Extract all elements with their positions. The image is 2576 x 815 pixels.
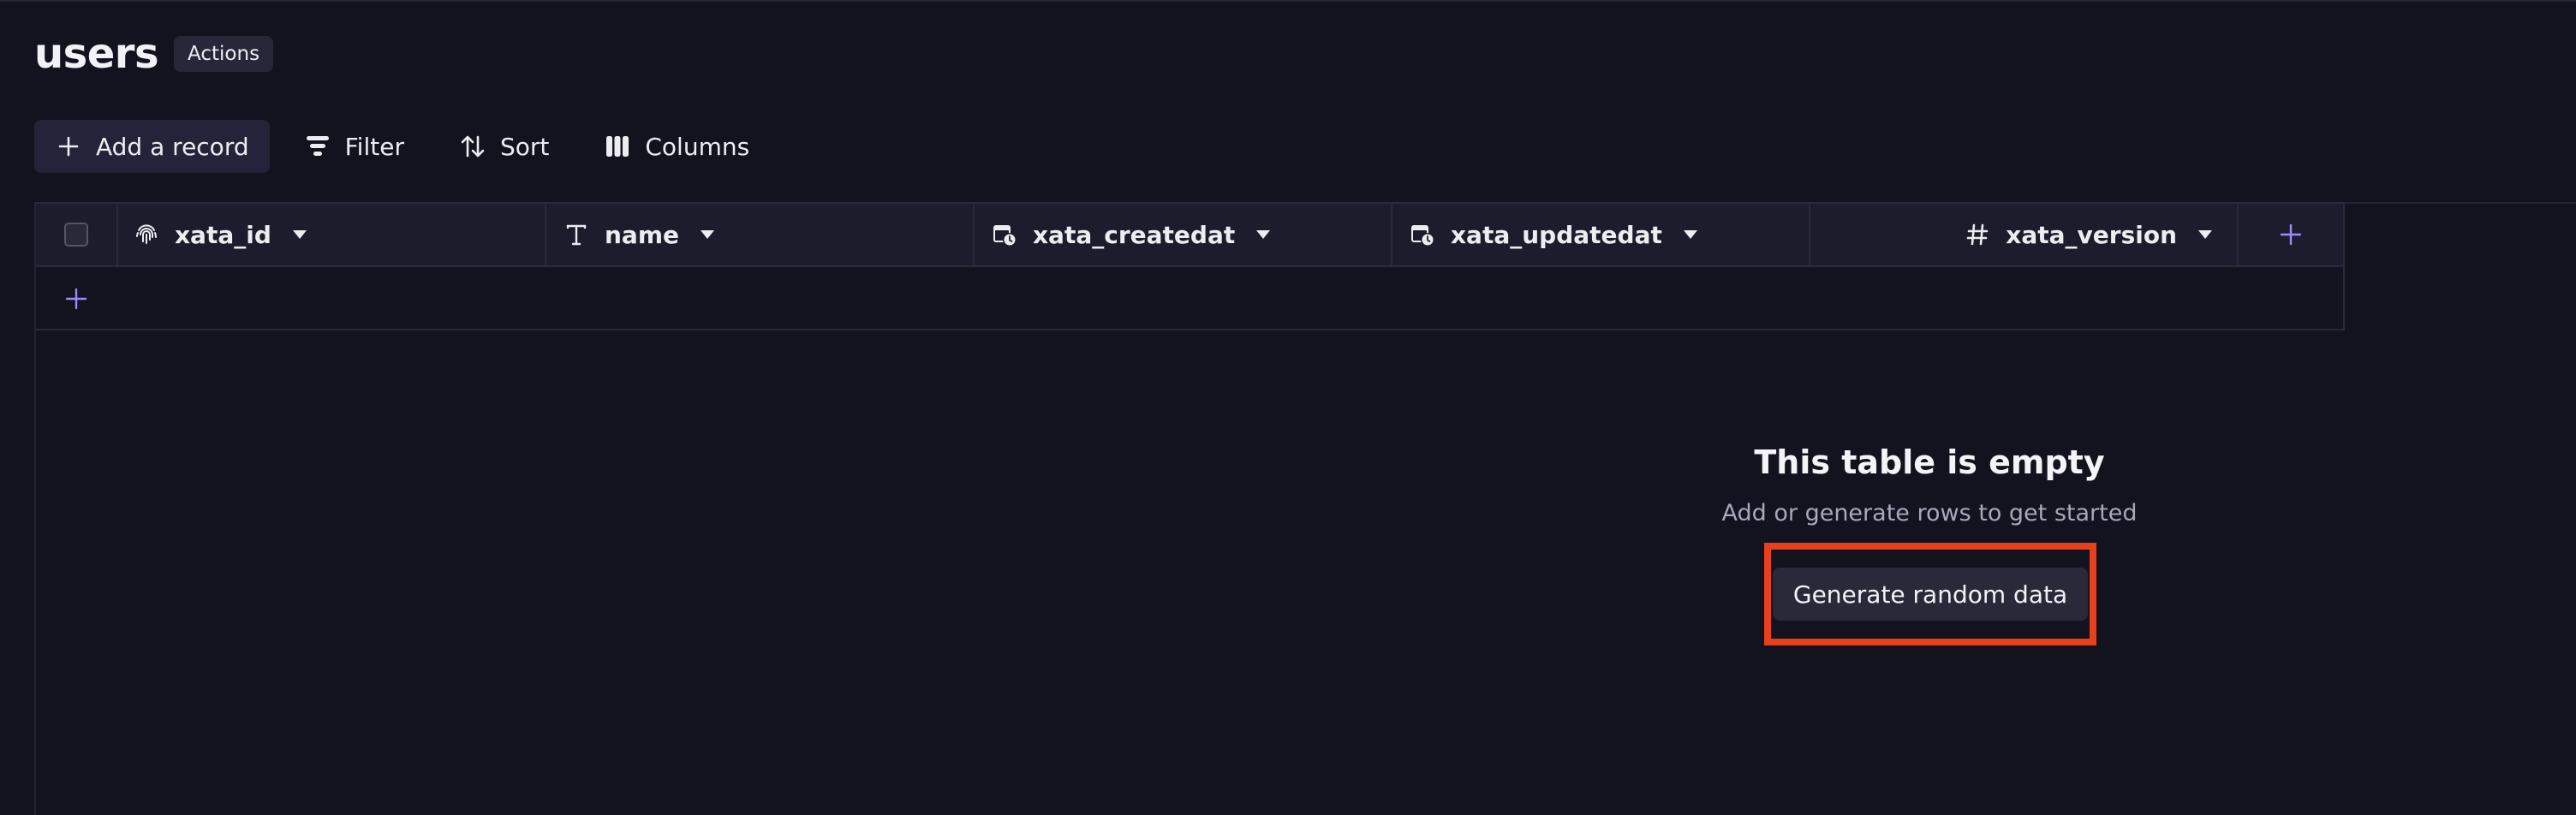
columns-label: Columns (645, 132, 750, 161)
sort-arrows-icon (461, 135, 485, 158)
add-row-plus-icon[interactable] (63, 286, 89, 312)
title-row: users Actions (34, 26, 274, 82)
select-all-cell (36, 204, 118, 265)
table-header-row: xata_id name xata_createdat xata_updated… (36, 202, 2345, 267)
empty-state-title: This table is empty (1754, 443, 2105, 481)
empty-state: This table is empty Add or generate rows… (1567, 443, 2292, 526)
column-label: xata_version (2006, 220, 2177, 249)
empty-state-subtitle: Add or generate rows to get started (1721, 500, 2138, 526)
actions-button[interactable]: Actions (174, 36, 274, 72)
grid-edge (2345, 202, 2576, 204)
chevron-down-icon[interactable] (1255, 229, 1271, 240)
column-header-xata-updatedat[interactable]: xata_updatedat (1392, 204, 1810, 265)
column-header-xata-id[interactable]: xata_id (118, 204, 546, 265)
fingerprint-icon (136, 224, 157, 244)
add-record-label: Add a record (96, 132, 249, 161)
add-row-strip[interactable] (36, 267, 2345, 330)
text-type-icon (566, 224, 587, 246)
plus-icon (58, 136, 79, 157)
select-all-checkbox[interactable] (64, 223, 88, 247)
filter-label: Filter (344, 132, 404, 161)
add-record-button[interactable]: Add a record (34, 120, 270, 173)
column-label: xata_id (175, 220, 271, 249)
sort-label: Sort (499, 132, 550, 161)
page-title: users (34, 30, 159, 78)
column-label: xata_createdat (1033, 220, 1236, 249)
sort-button[interactable]: Sort (438, 120, 569, 173)
add-column-cell[interactable] (2239, 204, 2343, 265)
add-column-plus-icon[interactable] (2278, 222, 2304, 247)
top-divider (0, 0, 2576, 2)
column-header-name[interactable]: name (546, 204, 975, 265)
column-label: xata_updatedat (1451, 220, 1662, 249)
chevron-down-icon[interactable] (1683, 229, 1698, 240)
chevron-down-icon[interactable] (292, 229, 307, 240)
column-label: name (605, 220, 679, 249)
calendar-clock-icon (993, 225, 1017, 247)
calendar-clock-icon (1411, 225, 1434, 247)
chevron-down-icon[interactable] (2197, 229, 2213, 240)
hash-icon (1966, 223, 1989, 246)
filter-button[interactable]: Filter (283, 120, 425, 173)
toolbar: Add a record Filter Sort Columns (34, 120, 770, 173)
columns-icon (606, 136, 629, 157)
columns-button[interactable]: Columns (583, 120, 770, 173)
column-header-xata-createdat[interactable]: xata_createdat (975, 204, 1392, 265)
filter-icon (306, 136, 329, 156)
chevron-down-icon[interactable] (700, 229, 715, 240)
highlight-box: Generate random data (1764, 543, 2096, 645)
column-header-xata-version[interactable]: xata_version (1810, 204, 2239, 265)
generate-random-data-button[interactable]: Generate random data (1772, 568, 2089, 621)
